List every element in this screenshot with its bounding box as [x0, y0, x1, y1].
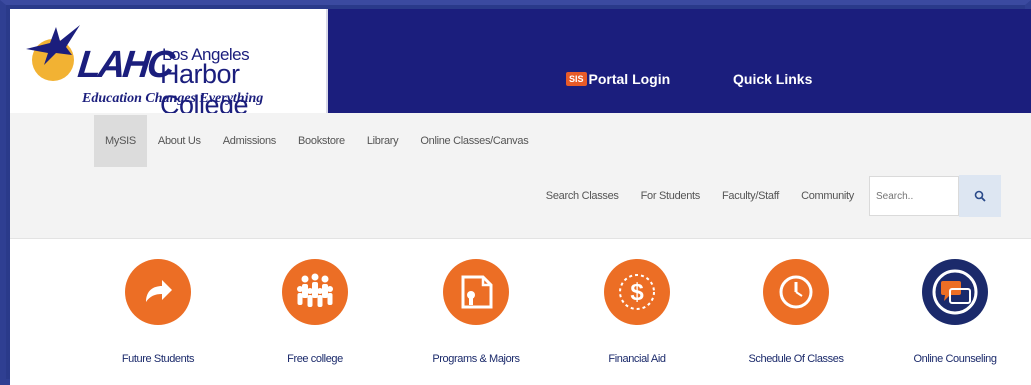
search-icon: [974, 190, 986, 202]
sis-badge-icon: SIS: [566, 72, 587, 86]
nav-item-mysis[interactable]: MySIS: [94, 115, 147, 167]
tile-circle: [922, 259, 988, 325]
secondary-nav: Search Classes For Students Faculty/Staf…: [535, 175, 1001, 217]
tile-future-students[interactable]: Future Students: [88, 259, 228, 365]
tile-financial-aid[interactable]: $ Financial Aid: [567, 259, 707, 365]
tile-label: Online Counseling: [913, 353, 997, 365]
tile-free-college[interactable]: Free college: [245, 259, 385, 365]
quick-links-link[interactable]: Quick Links: [733, 71, 812, 87]
tile-circle: [125, 259, 191, 325]
nav-item-bookstore[interactable]: Bookstore: [287, 115, 356, 167]
tile-circle: [443, 259, 509, 325]
nav-item-for-students[interactable]: For Students: [630, 190, 711, 202]
share-arrow-icon: [146, 280, 172, 302]
quick-tiles: Future Students Free college Programs & …: [10, 259, 1031, 385]
search-button[interactable]: [959, 175, 1001, 217]
primary-nav: MySIS About Us Admissions Bookstore Libr…: [94, 115, 539, 167]
chat-bubble-icon: [932, 269, 978, 315]
nav-item-search-classes[interactable]: Search Classes: [535, 190, 630, 202]
dollar-icon: $: [619, 274, 655, 310]
nav-item-library[interactable]: Library: [356, 115, 410, 167]
tile-label: Programs & Majors: [432, 353, 520, 365]
site-header: LAHC Los Angeles Harbor College Educatio…: [10, 9, 1031, 120]
tile-circle: [282, 259, 348, 325]
tile-online-counseling[interactable]: Online Counseling: [885, 259, 1025, 365]
document-person-icon: [461, 275, 493, 309]
tile-schedule-of-classes[interactable]: Schedule Of Classes: [726, 259, 866, 365]
portal-login-label: Portal Login: [588, 71, 671, 87]
logo-line2: Harbor College: [160, 59, 249, 120]
search-box: [869, 175, 1001, 217]
college-logo[interactable]: LAHC Los Angeles Harbor College Educatio…: [10, 9, 328, 120]
tile-label: Future Students: [121, 353, 195, 365]
tile-programs-majors[interactable]: Programs & Majors: [406, 259, 546, 365]
tile-label: Free college: [287, 353, 343, 365]
portal-login-link[interactable]: SIS Portal Login: [566, 71, 670, 87]
nav-item-online-classes[interactable]: Online Classes/Canvas: [409, 115, 539, 167]
tile-circle: $: [604, 259, 670, 325]
logo-tagline: Education Changes Everything: [82, 91, 264, 106]
nav-item-admissions[interactable]: Admissions: [212, 115, 287, 167]
nav-item-community[interactable]: Community: [790, 190, 865, 202]
clock-icon: [779, 275, 813, 309]
nav-item-faculty-staff[interactable]: Faculty/Staff: [711, 190, 790, 202]
people-group-icon: [297, 273, 333, 307]
nav-item-about-us[interactable]: About Us: [147, 115, 212, 167]
tile-label: Schedule Of Classes: [748, 353, 844, 365]
search-input[interactable]: [869, 176, 959, 216]
page: LAHC Los Angeles Harbor College Educatio…: [10, 9, 1031, 385]
tile-circle: [763, 259, 829, 325]
main-nav: MySIS About Us Admissions Bookstore Libr…: [10, 113, 1031, 239]
svg-text:$: $: [630, 279, 644, 306]
tile-label: Financial Aid: [608, 353, 666, 365]
